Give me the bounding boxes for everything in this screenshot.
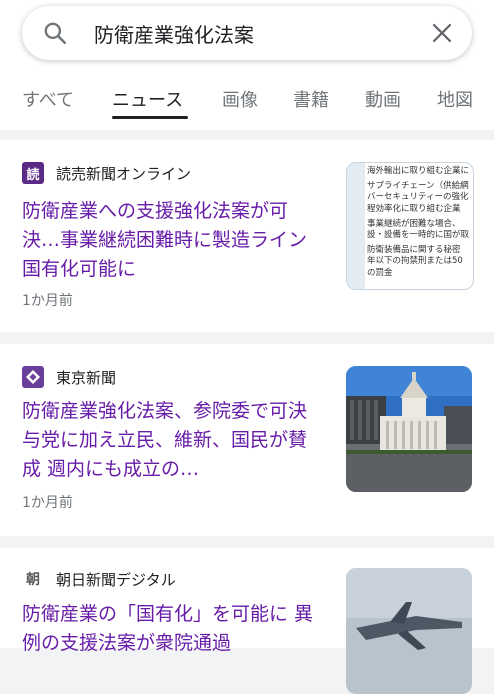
publisher-logo-text: 読	[26, 167, 40, 183]
tab-books[interactable]: 書籍	[293, 86, 329, 112]
search-tabs: すべて ニュース 画像 書籍 動画 地図	[0, 82, 494, 122]
source-name[interactable]: 読売新聞オンライン	[56, 163, 191, 184]
headline-link[interactable]: 防衛産業強化法案、参院委で可決 与党に加え立民、維新、国民が賛成 週内にも成立の…	[22, 397, 322, 484]
timestamp: 1か月前	[22, 495, 73, 511]
thumbnail-text: 海外輸出に取り組む企業に サプライチェーン（供給網 バーセキュリティーの強化 程…	[367, 166, 470, 278]
active-tab-indicator	[112, 116, 188, 119]
search-input[interactable]: 防衛産業強化法案	[94, 19, 254, 48]
headline-link[interactable]: 防衛産業の「国有化」を可能に 異例の支援法案が衆院通過	[22, 600, 322, 658]
source-name[interactable]: 東京新聞	[56, 367, 116, 388]
search-bar[interactable]: 防衛産業強化法案	[22, 6, 472, 60]
article-thumbnail[interactable]	[346, 568, 472, 694]
headline-link[interactable]: 防衛産業への支援強化法案が可決…事業継続困難時に製造ライン国有化可能に	[22, 197, 322, 284]
publisher-logo: 読	[22, 162, 44, 184]
close-icon[interactable]	[430, 21, 454, 45]
publisher-logo-text: 朝	[26, 572, 40, 588]
tab-news[interactable]: ニュース	[112, 86, 183, 112]
publisher-logo: 朝	[22, 568, 44, 590]
article-thumbnail[interactable]: 海外輸出に取り組む企業に サプライチェーン（供給網 バーセキュリティーの強化 程…	[346, 162, 474, 290]
tab-videos[interactable]: 動画	[365, 86, 401, 112]
tab-maps[interactable]: 地図	[437, 86, 473, 112]
header: 防衛産業強化法案 すべて ニュース 画像 書籍 動画 地図	[0, 0, 494, 130]
news-result-card[interactable]: 朝 朝日新聞デジタル 防衛産業の「国有化」を可能に 異例の支援法案が衆院通過	[0, 548, 494, 694]
news-result-card[interactable]: 東京新聞 防衛産業強化法案、参院委で可決 与党に加え立民、維新、国民が賛成 週内…	[0, 344, 494, 536]
news-result-card[interactable]: 読 読売新聞オンライン 防衛産業への支援強化法案が可決…事業継続困難時に製造ライ…	[0, 140, 494, 332]
tab-images[interactable]: 画像	[222, 86, 258, 112]
thumbnail-sidebar	[347, 163, 365, 289]
article-thumbnail[interactable]	[346, 366, 472, 492]
timestamp: 1か月前	[22, 293, 73, 309]
tab-all[interactable]: すべて	[22, 86, 74, 112]
publisher-logo	[22, 366, 44, 388]
search-icon[interactable]	[42, 20, 68, 46]
source-name[interactable]: 朝日新聞デジタル	[56, 569, 176, 590]
